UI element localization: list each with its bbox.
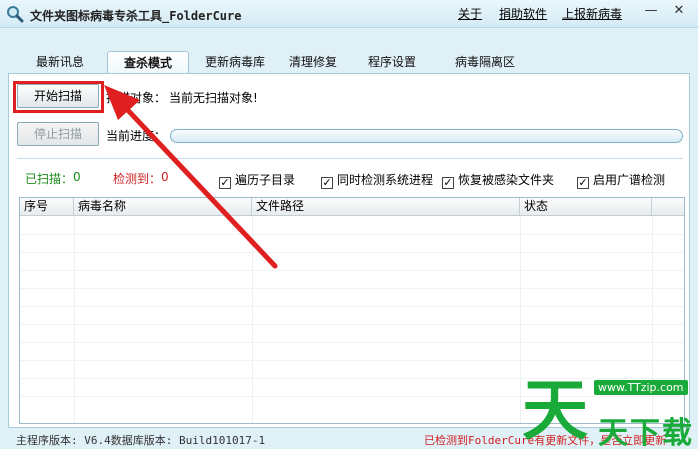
column-header-virus-name[interactable]: 病毒名称	[74, 198, 252, 216]
app-title: 文件夹图标病毒专杀工具_FolderCure	[30, 9, 242, 23]
detected-label: 检测到：	[113, 172, 162, 186]
checkbox-checked-icon[interactable]: ✓	[219, 177, 231, 189]
scanned-label: 已扫描：	[25, 172, 74, 186]
row-line	[20, 234, 684, 235]
option-check-processes[interactable]: ✓ 同时检测系统进程	[321, 171, 433, 189]
watermark-logo: 天 www.TTzip.com 天下载	[522, 370, 698, 449]
column-header-index[interactable]: 序号	[20, 198, 74, 216]
checkbox-checked-icon[interactable]: ✓	[442, 177, 454, 189]
column-divider	[520, 216, 521, 423]
about-link[interactable]: 关于	[458, 5, 482, 22]
tab-update-db[interactable]: 更新病毒库	[198, 51, 272, 73]
row-line	[20, 288, 684, 289]
table-header: 序号 病毒名称 文件路径 状态	[20, 198, 684, 216]
tab-settings[interactable]: 程序设置	[358, 51, 426, 73]
donate-link[interactable]: 捐助软件	[499, 5, 547, 22]
title-bar: 文件夹图标病毒专杀工具_FolderCure 关于 捐助软件 上报新病毒 — ✕	[0, 0, 698, 28]
tab-bar: 最新讯息 查杀模式 更新病毒库 清理修复 程序设置 病毒隔离区	[0, 28, 698, 74]
column-divider	[252, 216, 253, 423]
option-restore-folders[interactable]: ✓ 恢复被感染文件夹	[442, 171, 554, 189]
divider	[17, 158, 683, 159]
row-line	[20, 270, 684, 271]
close-button[interactable]: ✕	[668, 3, 690, 21]
watermark-text: 天下载	[598, 416, 694, 449]
watermark-glyph: 天	[522, 372, 588, 449]
row-line	[20, 324, 684, 325]
scan-target-value: 当前无扫描对象!	[169, 91, 258, 105]
progress-label: 当前进度：	[106, 129, 167, 143]
option-recurse-subdirs[interactable]: ✓ 遍历子目录	[219, 171, 295, 189]
start-scan-button[interactable]: 开始扫描	[17, 84, 99, 108]
watermark-url: www.TTzip.com	[594, 380, 688, 395]
tab-clean-repair[interactable]: 清理修复	[280, 51, 346, 73]
scan-progress-bar	[170, 129, 683, 143]
row-line	[20, 342, 684, 343]
row-line	[20, 360, 684, 361]
stop-scan-button[interactable]: 停止扫描	[17, 122, 99, 146]
detected-count: 0	[161, 170, 169, 184]
checkbox-checked-icon[interactable]: ✓	[577, 177, 589, 189]
report-virus-link[interactable]: 上报新病毒	[562, 5, 622, 22]
option-heuristic-detection[interactable]: ✓ 启用广谱检测	[577, 171, 665, 189]
scanned-count: 0	[73, 170, 81, 184]
version-info: 主程序版本: V6.4数据库版本: Build101017-1	[16, 434, 266, 447]
tab-news[interactable]: 最新讯息	[26, 51, 94, 73]
row-line	[20, 252, 684, 253]
minimize-button[interactable]: —	[640, 3, 662, 21]
row-line	[20, 306, 684, 307]
column-header-file-path[interactable]: 文件路径	[252, 198, 520, 216]
column-divider	[74, 216, 75, 423]
tab-quarantine[interactable]: 病毒隔离区	[446, 51, 524, 73]
checkbox-checked-icon[interactable]: ✓	[321, 177, 333, 189]
scan-target-label: 扫描对象：	[106, 91, 167, 105]
magnifier-icon	[7, 6, 24, 23]
tab-scan-mode[interactable]: 查杀模式	[107, 51, 189, 73]
column-header-status[interactable]: 状态	[520, 198, 652, 216]
